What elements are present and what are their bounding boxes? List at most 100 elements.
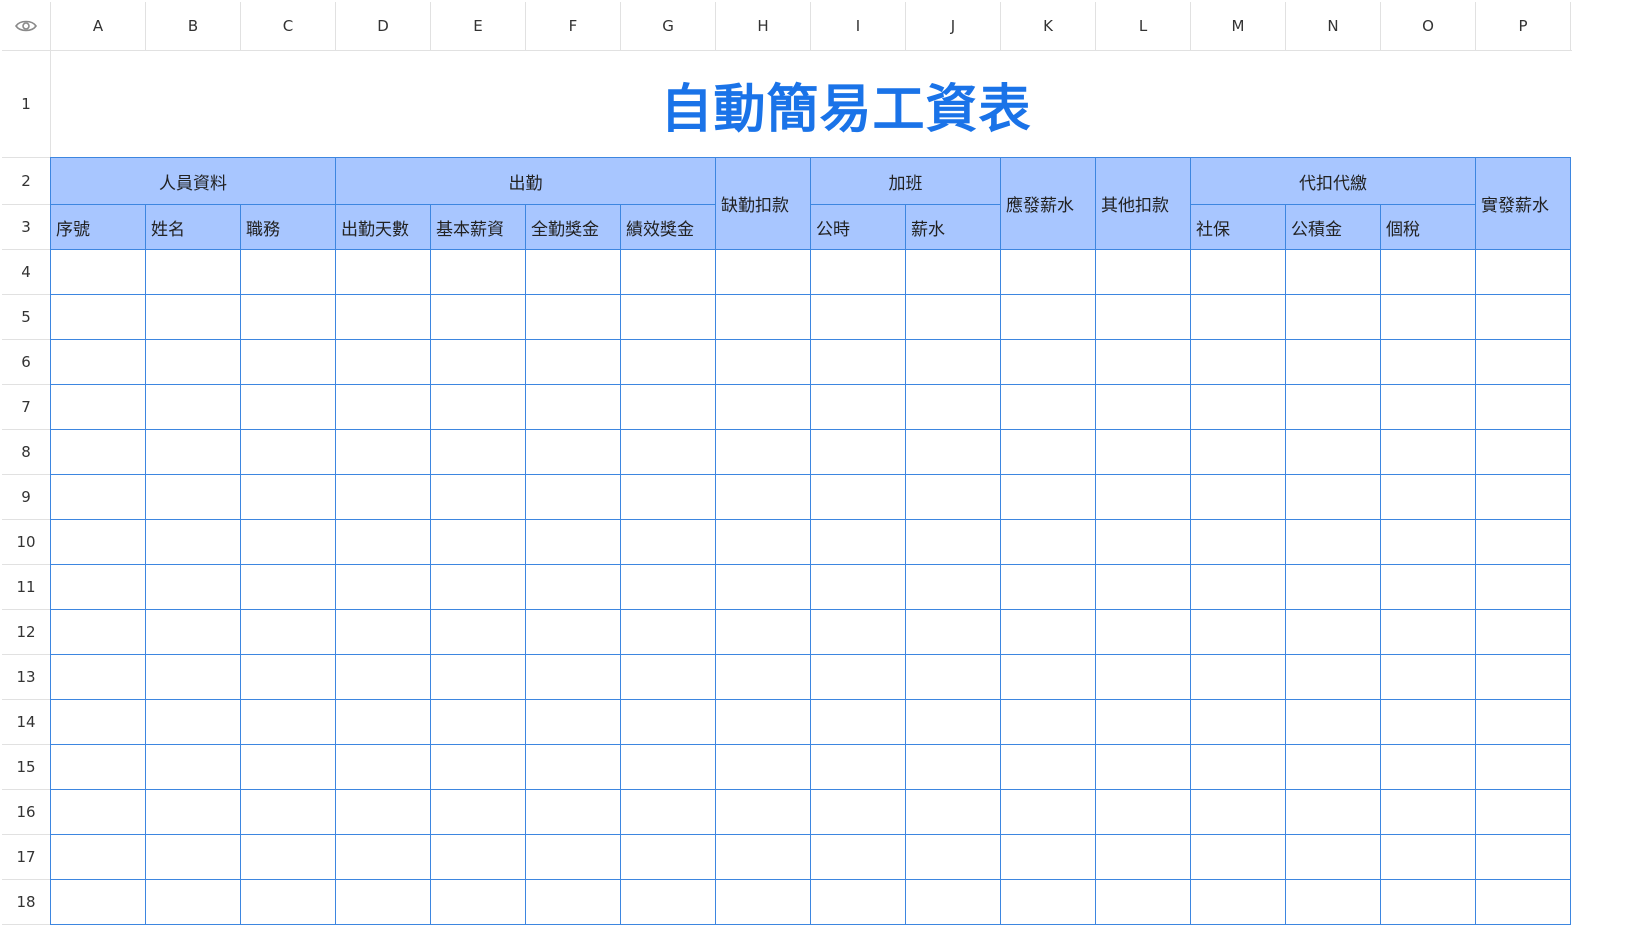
grid-cell[interactable] [430, 564, 526, 610]
column-header-a[interactable]: A [51, 2, 146, 50]
grid-cell[interactable] [1380, 519, 1476, 565]
grid-cell[interactable] [905, 339, 1001, 385]
column-header-d[interactable]: D [336, 2, 431, 50]
grid-cell[interactable] [1380, 654, 1476, 700]
grid-cell[interactable] [1000, 294, 1096, 340]
grid-cell[interactable] [905, 744, 1001, 790]
grid-cell[interactable] [525, 429, 621, 475]
grid-cell[interactable] [525, 294, 621, 340]
grid-cell[interactable] [240, 294, 336, 340]
grid-cell[interactable] [525, 744, 621, 790]
grid-cell[interactable] [1000, 249, 1096, 295]
grid-cell[interactable] [525, 384, 621, 430]
grid-cell[interactable] [1190, 474, 1286, 520]
grid-cell[interactable] [905, 249, 1001, 295]
column-header-h[interactable]: H [716, 2, 811, 50]
grid-cell[interactable] [1285, 609, 1381, 655]
row-header-4[interactable]: 4 [2, 250, 51, 295]
grid-cell[interactable] [905, 654, 1001, 700]
row-header-5[interactable]: 5 [2, 295, 51, 340]
grid-cell[interactable] [715, 519, 811, 565]
grid-cell[interactable] [1380, 249, 1476, 295]
grid-cell[interactable] [430, 519, 526, 565]
grid-cell[interactable] [145, 519, 241, 565]
grid-cell[interactable] [1000, 654, 1096, 700]
grid-cell[interactable] [145, 474, 241, 520]
grid-cell[interactable] [525, 654, 621, 700]
grid-cell[interactable] [335, 654, 431, 700]
grid-cell[interactable] [145, 384, 241, 430]
grid-cell[interactable] [620, 879, 716, 925]
grid-cell[interactable] [1285, 429, 1381, 475]
grid-cell[interactable] [50, 384, 146, 430]
row-header-18[interactable]: 18 [2, 880, 51, 925]
grid-cell[interactable] [240, 879, 336, 925]
grid-cell[interactable] [50, 654, 146, 700]
row-header-2[interactable]: 2 [2, 158, 51, 205]
grid-cell[interactable] [1475, 384, 1571, 430]
grid-cell[interactable] [430, 789, 526, 835]
grid-cell[interactable] [1285, 564, 1381, 610]
grid-cell[interactable] [1380, 879, 1476, 925]
grid-cell[interactable] [525, 609, 621, 655]
grid-cell[interactable] [1475, 294, 1571, 340]
grid-cell[interactable] [430, 474, 526, 520]
grid-cell[interactable] [620, 789, 716, 835]
grid-cell[interactable] [1475, 564, 1571, 610]
grid-cell[interactable] [620, 384, 716, 430]
grid-cell[interactable] [1095, 744, 1191, 790]
grid-cell[interactable] [335, 789, 431, 835]
grid-cell[interactable] [715, 654, 811, 700]
grid-cell[interactable] [1380, 474, 1476, 520]
column-header-b[interactable]: B [146, 2, 241, 50]
grid-cell[interactable] [1475, 744, 1571, 790]
grid-cell[interactable] [145, 609, 241, 655]
column-header-f[interactable]: F [526, 2, 621, 50]
grid-cell[interactable] [1380, 789, 1476, 835]
grid-cell[interactable] [1000, 339, 1096, 385]
grid-cell[interactable] [1475, 879, 1571, 925]
row-header-7[interactable]: 7 [2, 385, 51, 430]
grid-cell[interactable] [1095, 249, 1191, 295]
grid-cell[interactable] [620, 249, 716, 295]
grid-cell[interactable] [1285, 789, 1381, 835]
grid-cell[interactable] [145, 249, 241, 295]
grid-cell[interactable] [240, 834, 336, 880]
grid-cell[interactable] [620, 744, 716, 790]
grid-cell[interactable] [430, 249, 526, 295]
column-header-e[interactable]: E [431, 2, 526, 50]
header-other-deduction[interactable]: 其他扣款 [1095, 157, 1191, 250]
grid-cell[interactable] [620, 339, 716, 385]
header-personnel[interactable]: 人員資料 [50, 157, 336, 205]
grid-cell[interactable] [715, 564, 811, 610]
grid-cell[interactable] [525, 879, 621, 925]
grid-cell[interactable] [50, 519, 146, 565]
grid-cell[interactable] [335, 519, 431, 565]
grid-cell[interactable] [1475, 339, 1571, 385]
grid-cell[interactable] [145, 564, 241, 610]
grid-cell[interactable] [240, 789, 336, 835]
grid-cell[interactable] [1000, 564, 1096, 610]
subheader-full-attendance-bonus[interactable]: 全勤獎金 [525, 204, 621, 250]
grid-cell[interactable] [620, 699, 716, 745]
grid-cell[interactable] [1190, 789, 1286, 835]
row-header-10[interactable]: 10 [2, 520, 51, 565]
grid-cell[interactable] [1475, 519, 1571, 565]
column-header-p[interactable]: P [1476, 2, 1571, 50]
column-header-o[interactable]: O [1381, 2, 1476, 50]
grid-cell[interactable] [430, 699, 526, 745]
subheader-serial[interactable]: 序號 [50, 204, 146, 250]
grid-cell[interactable] [335, 609, 431, 655]
grid-cell[interactable] [50, 879, 146, 925]
grid-cell[interactable] [715, 294, 811, 340]
grid-cell[interactable] [1190, 519, 1286, 565]
grid-cell[interactable] [1380, 744, 1476, 790]
subheader-ot-pay[interactable]: 薪水 [905, 204, 1001, 250]
grid-cell[interactable] [1190, 744, 1286, 790]
grid-cell[interactable] [1285, 294, 1381, 340]
grid-cell[interactable] [1380, 429, 1476, 475]
grid-cell[interactable] [430, 609, 526, 655]
grid-cell[interactable] [620, 294, 716, 340]
grid-cell[interactable] [430, 294, 526, 340]
grid-cell[interactable] [1285, 384, 1381, 430]
